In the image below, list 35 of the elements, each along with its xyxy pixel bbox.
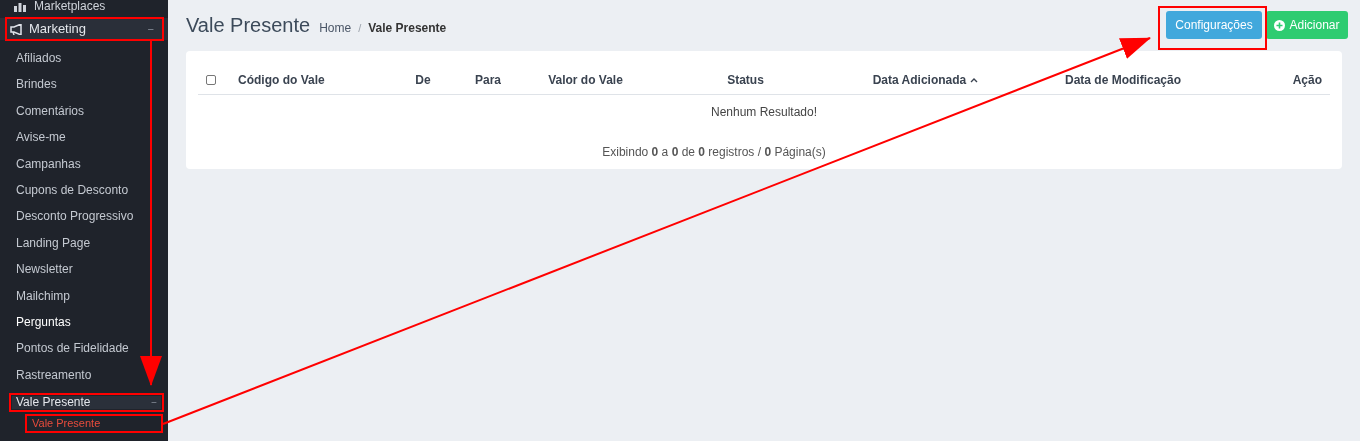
breadcrumb-current: Vale Presente bbox=[368, 20, 447, 37]
column-header[interactable]: Valor do Vale bbox=[548, 70, 623, 89]
sidebar-item[interactable]: Afiliados bbox=[0, 45, 168, 72]
plus-circle-icon bbox=[1274, 19, 1286, 31]
sidebar-item[interactable]: Perguntas bbox=[0, 308, 168, 336]
chart-icon bbox=[14, 1, 26, 12]
megaphone-icon bbox=[10, 23, 23, 35]
column-header[interactable]: Para bbox=[475, 70, 501, 89]
sidebar-item[interactable]: Mailchimp bbox=[0, 282, 168, 309]
sidebar-item[interactable]: Comentários bbox=[0, 97, 168, 125]
sidebar-item[interactable]: Pontos de Fidelidade bbox=[0, 335, 168, 362]
select-all-checkbox[interactable] bbox=[206, 74, 216, 85]
sidebar-item[interactable]: Avise-me bbox=[0, 124, 168, 151]
column-header[interactable]: Status bbox=[727, 70, 764, 89]
breadcrumb-separator: / bbox=[358, 21, 362, 36]
sort-up-icon bbox=[970, 76, 979, 83]
pagination-info: Exibindo 0 a 0 de 0 registros / 0 Página(s) bbox=[601, 144, 827, 161]
sidebar-item[interactable]: Rastreamento bbox=[0, 361, 168, 389]
page-title: Vale Presente bbox=[186, 13, 311, 38]
column-header[interactable]: Código do Vale bbox=[238, 70, 325, 89]
sidebar-item[interactable]: Brindes bbox=[0, 71, 168, 98]
column-header[interactable]: Data de Modificação bbox=[1065, 70, 1181, 89]
sidebar-item[interactable]: Desconto Progressivo bbox=[0, 203, 168, 230]
sidebar-item[interactable]: Marketplaces bbox=[34, 0, 106, 13]
column-header[interactable]: Data Adicionada bbox=[872, 70, 979, 89]
breadcrumb-link[interactable]: Home bbox=[319, 19, 352, 37]
sidebar-item[interactable]: Landing Page bbox=[0, 229, 168, 257]
sidebar-item[interactable]: Cupons de Desconto bbox=[0, 176, 168, 204]
column-header[interactable]: Ação bbox=[1292, 70, 1322, 89]
sidebar-item[interactable]: Campanhas bbox=[0, 150, 168, 177]
column-header[interactable]: De bbox=[415, 70, 431, 89]
sidebar-item[interactable]: Newsletter bbox=[0, 256, 168, 283]
sidebar-item[interactable]: Vale Presente − bbox=[12, 396, 161, 410]
sidebar-subitem[interactable]: Vale Presente bbox=[28, 417, 160, 431]
empty-message: Nenhum Resultado! bbox=[709, 104, 819, 121]
